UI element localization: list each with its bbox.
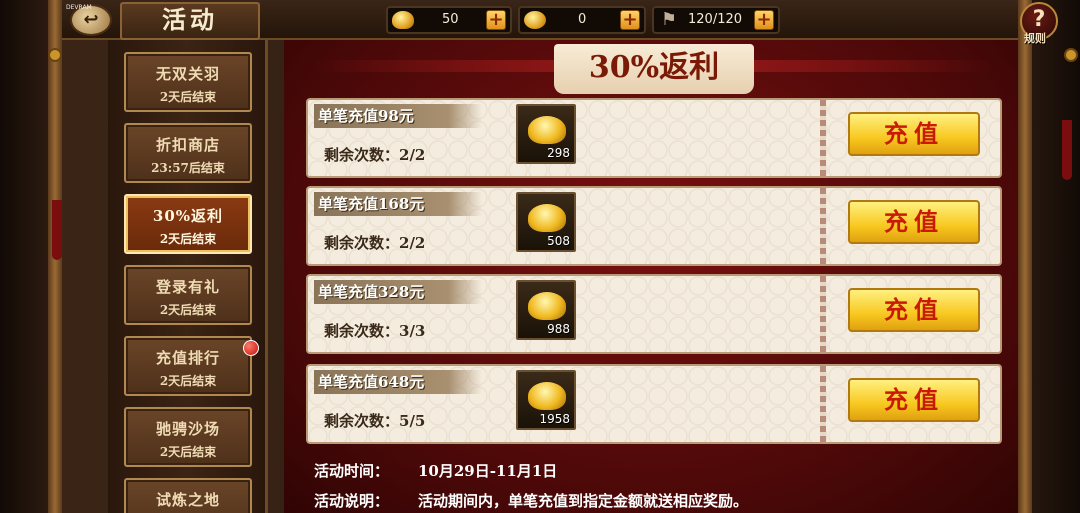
recharge-button[interactable]: 充值 — [848, 288, 980, 332]
reward-item[interactable]: 988 — [516, 280, 576, 340]
rebate-panel: 30%返利 单笔充值98元 剩余次数：2/2 298 充值 单笔充值168元 剩… — [284, 40, 1018, 513]
rebate-row: 单笔充值648元 剩余次数：5/5 1958 充值 — [306, 364, 1002, 444]
tab-30-rebate[interactable]: 30%返利 2天后结束 — [124, 194, 252, 254]
right-pillar — [1018, 0, 1032, 513]
tab-countdown: 23:57后结束 — [151, 161, 225, 175]
gold-ingot-resource: 50 + — [386, 6, 512, 34]
reward-quantity: 298 — [547, 146, 570, 160]
tassel-icon — [52, 200, 62, 260]
rules-label: 规则 — [1024, 32, 1046, 45]
gold-ingot-icon — [528, 292, 566, 320]
activity-time: 活动时间： 10月29日-11月1日 — [314, 460, 557, 481]
add-stamina-button[interactable]: + — [754, 10, 774, 30]
tassel-icon — [1062, 120, 1072, 180]
reward-item[interactable]: 508 — [516, 192, 576, 252]
row-divider — [820, 366, 826, 442]
row-title: 单笔充值98元 — [314, 104, 482, 128]
gold-ingot-icon — [528, 382, 566, 410]
tab-wushuang-guanyu[interactable]: 无双关羽 2天后结束 — [124, 52, 252, 112]
notification-badge — [243, 340, 259, 356]
flag-icon: ⚑ — [660, 9, 678, 30]
row-title: 单笔充值648元 — [314, 370, 482, 394]
activity-desc-value: 活动期间内，单笔充值到指定金额就送相应奖励。 — [418, 492, 749, 510]
recharge-button[interactable]: 充值 — [848, 378, 980, 422]
tab-countdown: 2天后结束 — [159, 90, 217, 104]
row-remaining: 剩余次数：5/5 — [324, 412, 426, 430]
row-title: 单笔充值168元 — [314, 192, 482, 216]
reward-item[interactable]: 298 — [516, 104, 576, 164]
reward-quantity: 508 — [547, 234, 570, 248]
gold-ingot-icon — [528, 204, 566, 232]
recharge-button[interactable]: 充值 — [848, 112, 980, 156]
reward-item[interactable]: 1958 — [516, 370, 576, 430]
gold-ingot-value: 50 — [442, 12, 459, 27]
coin-value: 0 — [578, 12, 587, 27]
activity-time-value: 10月29日-11月1日 — [418, 462, 558, 480]
tab-recharge-ranking[interactable]: 充值排行 2天后结束 — [124, 336, 252, 396]
rebate-row: 单笔充值98元 剩余次数：2/2 298 充值 — [306, 98, 1002, 178]
reward-quantity: 1958 — [539, 412, 570, 426]
tab-label: 驰骋沙场 — [155, 420, 220, 438]
row-divider — [820, 188, 826, 264]
stamina-value: 120/120 — [688, 12, 743, 27]
activity-time-label: 活动时间： — [314, 462, 390, 480]
tab-countdown: 2天后结束 — [159, 445, 217, 459]
tab-countdown: 2天后结束 — [159, 374, 217, 388]
tab-label: 登录有礼 — [155, 278, 220, 296]
tab-countdown: 2天后结束 — [159, 232, 217, 246]
stamina-resource: ⚑ 120/120 + — [652, 6, 780, 34]
tab-label: 30%返利 — [152, 207, 224, 225]
gold-ingot-icon — [528, 116, 566, 144]
recharge-button[interactable]: 充值 — [848, 200, 980, 244]
row-remaining: 剩余次数：2/2 — [324, 234, 426, 252]
tab-battlefield[interactable]: 驰骋沙场 2天后结束 — [124, 407, 252, 467]
game-frame: ↩ DEVRAM 活动 50 + 0 + ⚑ 120/120 + ? 规则 无双… — [0, 0, 1080, 513]
page-title: 活动 — [120, 2, 260, 40]
activity-desc-label: 活动说明： — [314, 492, 390, 510]
row-title: 单笔充值328元 — [314, 280, 482, 304]
tab-label: 试炼之地 — [155, 491, 220, 509]
activity-description: 活动说明： 活动期间内，单笔充值到指定金额就送相应奖励。 — [314, 490, 748, 511]
coin-icon — [524, 11, 546, 29]
rebate-row: 单笔充值168元 剩余次数：2/2 508 充值 — [306, 186, 1002, 266]
pillar-knob-icon — [1064, 48, 1078, 62]
back-arrow-icon: ↩ — [83, 9, 99, 30]
tab-label: 充值排行 — [155, 349, 220, 367]
panel-banner: 30%返利 — [554, 44, 754, 94]
tab-countdown: 2天后结束 — [159, 303, 217, 317]
row-divider — [820, 276, 826, 352]
dev-tag: DEVRAM — [66, 4, 92, 11]
gold-ingot-icon — [392, 11, 414, 29]
tab-trial-ground[interactable]: 试炼之地 — [124, 478, 252, 513]
coin-resource: 0 + — [518, 6, 646, 34]
tab-login-gift[interactable]: 登录有礼 2天后结束 — [124, 265, 252, 325]
tab-discount-shop[interactable]: 折扣商店 23:57后结束 — [124, 123, 252, 183]
banner-wing — [754, 60, 994, 72]
rebate-row: 单笔充值328元 剩余次数：3/3 988 充值 — [306, 274, 1002, 354]
tab-label: 无双关羽 — [155, 65, 220, 83]
reward-quantity: 988 — [547, 322, 570, 336]
row-remaining: 剩余次数：2/2 — [324, 146, 426, 164]
add-gold-button[interactable]: + — [486, 10, 506, 30]
tab-label: 折扣商店 — [155, 136, 220, 154]
row-remaining: 剩余次数：3/3 — [324, 322, 426, 340]
pillar-knob-icon — [48, 48, 62, 62]
activity-sidebar: 无双关羽 2天后结束 折扣商店 23:57后结束 30%返利 2天后结束 登录有… — [108, 40, 268, 513]
row-divider — [820, 100, 826, 176]
add-coin-button[interactable]: + — [620, 10, 640, 30]
banner-wing — [314, 60, 554, 72]
